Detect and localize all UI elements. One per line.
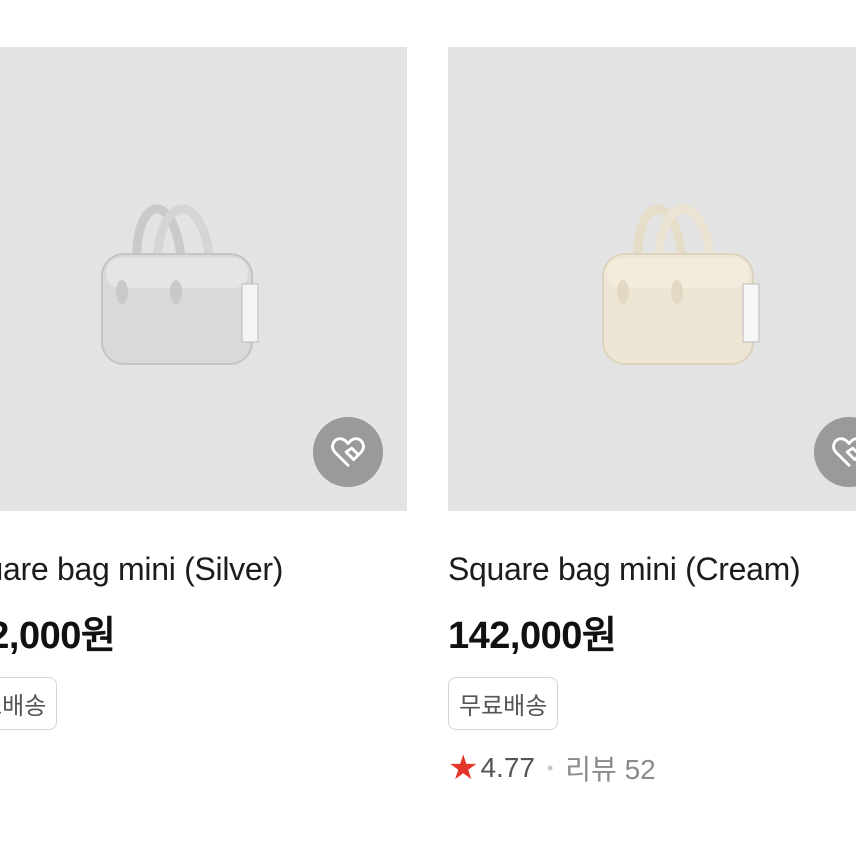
rating-score: 4.77 — [480, 752, 535, 783]
separator-dot: • — [546, 757, 554, 778]
product-image-silver[interactable] — [0, 47, 407, 511]
product-rating: ★ 4.77 • 리뷰 52 — [448, 748, 856, 788]
product-price: 142,000원 — [448, 615, 617, 657]
product-card-cream[interactable]: Square bag mini (Cream) 142,000원 무료배송 ★ … — [448, 47, 856, 788]
wishlist-button[interactable] — [814, 417, 856, 487]
free-shipping-badge: 무료배송 — [448, 677, 559, 730]
product-title[interactable]: Square bag mini (Cream) — [448, 551, 856, 588]
product-image-cream[interactable] — [448, 47, 856, 511]
product-grid: Square bag mini (Silver) 142,000원 무료배송 — [0, 0, 856, 856]
wishlist-button[interactable] — [313, 417, 383, 487]
heart-icon — [331, 437, 365, 467]
product-card-silver[interactable]: Square bag mini (Silver) 142,000원 무료배송 — [0, 47, 407, 730]
heart-icon — [832, 437, 856, 467]
review-count[interactable]: 리뷰 52 — [565, 748, 655, 788]
star-icon: ★ — [448, 749, 479, 787]
bag-image — [101, 204, 259, 365]
product-price: 142,000원 — [0, 615, 116, 657]
bag-image — [602, 204, 760, 365]
free-shipping-badge: 무료배송 — [0, 677, 58, 730]
product-title[interactable]: Square bag mini (Silver) — [0, 551, 407, 588]
